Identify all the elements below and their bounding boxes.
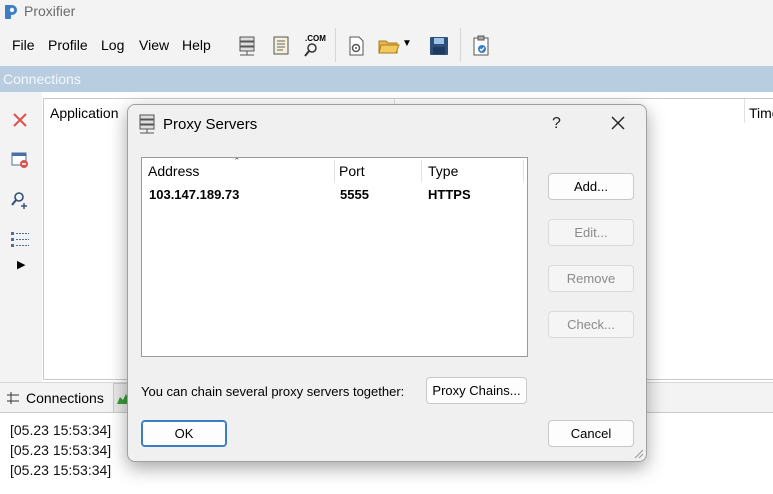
column-separator xyxy=(744,99,745,123)
proxy-servers-icon xyxy=(139,114,155,134)
tab-connections-label: Connections xyxy=(26,390,104,406)
column-address[interactable]: Address xyxy=(148,163,199,179)
resize-grip-icon[interactable] xyxy=(632,447,644,459)
system-check-icon[interactable] xyxy=(470,35,492,57)
advanced-settings-icon[interactable] xyxy=(345,35,367,57)
column-type[interactable]: Type xyxy=(428,163,458,179)
menu-profile[interactable]: Profile xyxy=(48,37,88,53)
menu-help[interactable]: Help xyxy=(182,37,211,53)
column-port[interactable]: Port xyxy=(339,163,365,179)
open-profile-icon[interactable] xyxy=(378,35,400,57)
edit-button[interactable]: Edit... xyxy=(548,219,634,246)
server-type: HTTPS xyxy=(428,187,471,202)
connections-header: Connections xyxy=(0,66,773,92)
log-line: [05.23 15:53:34] xyxy=(10,422,112,438)
dialog-titlebar[interactable]: Proxy Servers ? xyxy=(128,105,646,145)
chain-description: You can chain several proxy servers toge… xyxy=(141,384,405,399)
log-line: [05.23 15:53:34] xyxy=(10,462,112,478)
proxy-servers-icon[interactable] xyxy=(236,35,258,57)
close-connection-icon[interactable] xyxy=(10,110,30,130)
column-application[interactable]: Application xyxy=(50,105,119,121)
find-icon[interactable] xyxy=(10,190,30,210)
menu-view[interactable]: View xyxy=(139,37,169,53)
column-separator xyxy=(334,160,335,182)
name-resolution-icon[interactable]: .COM xyxy=(303,34,326,57)
column-time[interactable]: Time xyxy=(749,105,773,121)
proxy-server-list[interactable]: Address ˆ Port Type 103.147.189.73 5555 … xyxy=(141,157,528,357)
add-button[interactable]: Add... xyxy=(548,173,634,200)
ok-button[interactable]: OK xyxy=(141,420,227,447)
proxy-chains-button[interactable]: Proxy Chains... xyxy=(426,377,527,404)
help-button[interactable]: ? xyxy=(552,115,561,133)
toolbar-separator xyxy=(335,28,336,62)
server-address: 103.147.189.73 xyxy=(149,187,240,202)
column-separator xyxy=(421,160,422,182)
menu-file[interactable]: File xyxy=(12,37,35,53)
proxification-rules-icon[interactable] xyxy=(270,35,292,57)
proxy-servers-dialog: Proxy Servers ? Address ˆ Port Type 103.… xyxy=(127,104,647,462)
connections-header-label: Connections xyxy=(3,71,81,87)
cancel-button[interactable]: Cancel xyxy=(548,420,634,447)
list-header: Address ˆ Port Type xyxy=(142,157,527,184)
app-title: Proxifier xyxy=(24,3,76,19)
close-icon[interactable] xyxy=(608,113,628,133)
menubar: File Profile Log View Help .COM ▼ xyxy=(0,24,773,66)
save-profile-icon[interactable] xyxy=(428,35,450,57)
list-view-icon[interactable] xyxy=(10,230,30,250)
toolbar-separator xyxy=(460,28,461,62)
remove-button[interactable]: Remove xyxy=(548,265,634,292)
dialog-title: Proxy Servers xyxy=(163,116,258,133)
table-row[interactable]: 103.147.189.73 5555 HTTPS xyxy=(142,185,527,205)
connections-toolbar: ▶ xyxy=(0,92,42,382)
kill-process-icon[interactable] xyxy=(10,150,30,170)
tab-connections[interactable]: Connections xyxy=(2,385,110,411)
proxifier-logo-icon xyxy=(5,5,17,19)
column-separator xyxy=(523,160,524,182)
open-profile-dropdown-icon[interactable]: ▼ xyxy=(402,38,412,49)
menu-log[interactable]: Log xyxy=(101,37,124,53)
server-port: 5555 xyxy=(340,187,369,202)
expand-arrow-icon[interactable]: ▶ xyxy=(17,258,25,271)
app-titlebar: Proxifier xyxy=(0,0,773,24)
sort-ascending-icon: ˆ xyxy=(235,157,239,169)
com-label: .COM xyxy=(305,34,326,43)
check-button[interactable]: Check... xyxy=(548,311,634,338)
log-line: [05.23 15:53:34] xyxy=(10,442,112,458)
connections-tab-icon xyxy=(7,392,19,404)
